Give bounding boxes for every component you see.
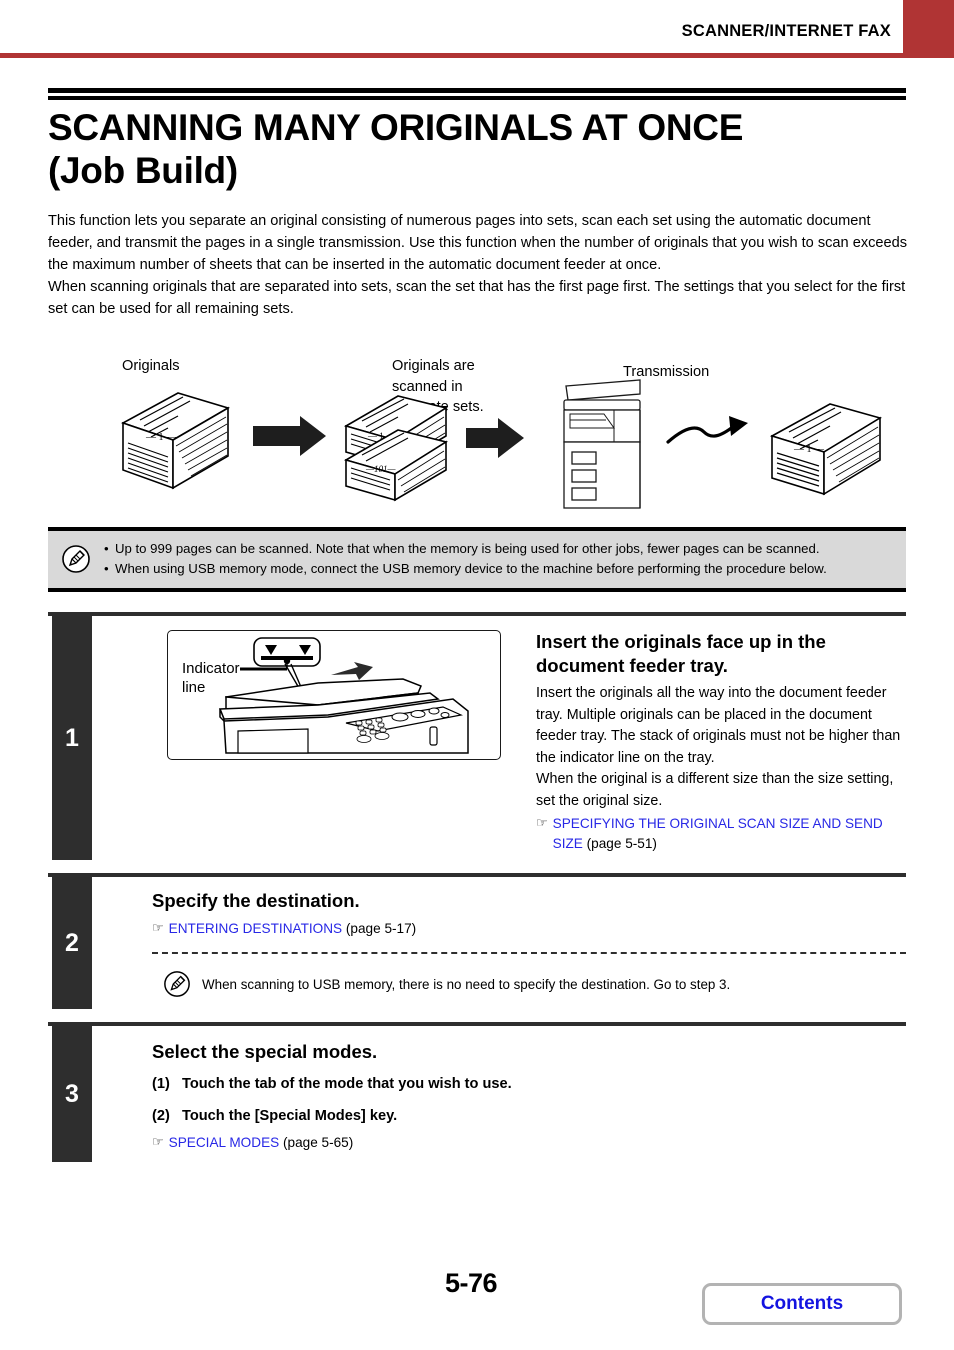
step-2: 2 Specify the destination. ☞ ENTERING DE… [48,873,906,1009]
intro-paragraph-1: This function lets you separate an origi… [48,213,908,274]
step-body: Select the special modes. (1) Touch the … [104,1026,906,1153]
cross-reference-label[interactable]: ENTERING DESTINATIONS [169,921,342,936]
cross-reference-page: (page 5-65) [282,1135,354,1151]
contents-button[interactable]: Contents [702,1283,902,1325]
step2-inline-note: When scanning to USB memory, there is no… [152,970,906,998]
received-stack-icon [769,403,882,496]
document-feeder-illustration-svg: Indicator line [182,637,469,754]
page-number: 5-76 [445,1268,498,1298]
workflow-diagram-svg: — 1 — — 1 — —101— — 1 — [121,379,882,509]
mfp-machine-icon [563,379,641,509]
pencil-note-icon [164,971,190,998]
substep-number: (2) [152,1107,170,1124]
received-stack-page-number: — 1 — [793,444,825,455]
stack-page-number-first: — 1 — [145,432,177,443]
page-header: SCANNER/INTERNET FAX [0,0,954,58]
workflow-diagram: Originals Originals are scanned in separ… [48,348,908,523]
inline-note-text: When scanning to USB memory, there is no… [202,976,731,992]
page-title: SCANNING MANY ORIGINALS AT ONCE (Job Bui… [48,107,906,193]
substep-item: (2) Touch the [Special Modes] key. [152,1106,906,1128]
step1-text-column: Insert the originals face up in the docu… [536,630,906,853]
substep-text: Touch the [Special Modes] key. [182,1107,398,1124]
header-section-title: SCANNER/INTERNET FAX [681,22,891,40]
step2-dashed-separator [152,952,906,955]
step-heading: Insert the originals face up in the docu… [536,631,826,676]
step-body: Specify the destination. ☞ ENTERING DEST… [104,877,906,998]
step1-illustration: Indicator line [167,630,501,760]
transmission-arrow-icon [666,424,736,444]
header-accent-rule [0,53,954,58]
page-title-line2: (Job Build) [48,149,238,191]
note-list-item: • Up to 999 pages can be scanned. Note t… [104,539,894,559]
header-accent-block [903,0,954,53]
step-number-badge: 1 [52,616,92,860]
note-icon-cell [48,539,104,580]
note-item-text: Up to 999 pages can be scanned. Note tha… [115,541,820,556]
note-bullet: • [104,561,109,577]
intro-paragraph-2: When scanning originals that are separat… [48,279,906,318]
cross-reference-link[interactable]: ☞ SPECIAL MODES (page 5-65) [152,1133,906,1153]
pencil-note-icon [62,545,90,574]
note-list-item: • When using USB memory mode, connect th… [104,559,894,579]
transmission-arrowhead [729,416,748,436]
page-title-line1: SCANNING MANY ORIGINALS AT ONCE [48,107,744,148]
note-bullet: • [104,541,109,556]
cross-reference-page: (page 5-51) [586,835,657,851]
step-number-badge: 3 [52,1026,92,1162]
title-rule-top [48,88,906,93]
indicator-line-caption-2: line [182,679,205,696]
inline-note-icon-cell [152,970,202,998]
step-number-badge: 2 [52,877,92,1009]
step-1: 1 Indicator line Insert the originals fa… [48,612,906,860]
insert-direction-arrow [331,662,373,680]
arrow-right-1 [253,416,326,456]
step-heading: Select the special modes. [152,1041,378,1062]
stack-page-number-101: —101— [365,464,397,474]
intro-text: This function lets you separate an origi… [48,210,908,320]
note-box: • Up to 999 pages can be scanned. Note t… [48,527,906,592]
pointing-hand-icon: ☞ [152,1134,164,1150]
leader-dot [283,657,291,665]
title-rule-bottom [48,96,906,100]
step-3: 3 Select the special modes. (1) Touch th… [48,1022,906,1162]
cross-reference-link[interactable]: ☞ ENTERING DESTINATIONS (page 5-17) [152,919,906,939]
step-heading: Specify the destination. [152,890,360,911]
cross-reference-label[interactable]: SPECIAL MODES [169,1135,280,1150]
substep-text: Touch the tab of the mode that you wish … [182,1075,512,1092]
substep-number: (1) [152,1075,170,1092]
title-block: SCANNING MANY ORIGINALS AT ONCE (Job Bui… [48,88,906,218]
note-item-text: When using USB memory mode, connect the … [115,561,827,577]
pointing-hand-icon: ☞ [152,919,164,935]
indicator-line-caption-1: Indicator [182,660,240,677]
cross-reference-link[interactable]: ☞ SPECIFYING THE ORIGINAL SCAN SIZE AND … [536,814,906,853]
cross-reference-page: (page 5-17) [345,920,417,936]
note-list: • Up to 999 pages can be scanned. Note t… [104,539,906,580]
step-description: Insert the originals all the way into th… [536,685,901,809]
substep-item: (1) Touch the tab of the mode that you w… [152,1074,906,1096]
step-top-rule [48,612,906,616]
pointing-hand-icon: ☞ [536,814,548,830]
arrow-right-2 [466,418,524,458]
